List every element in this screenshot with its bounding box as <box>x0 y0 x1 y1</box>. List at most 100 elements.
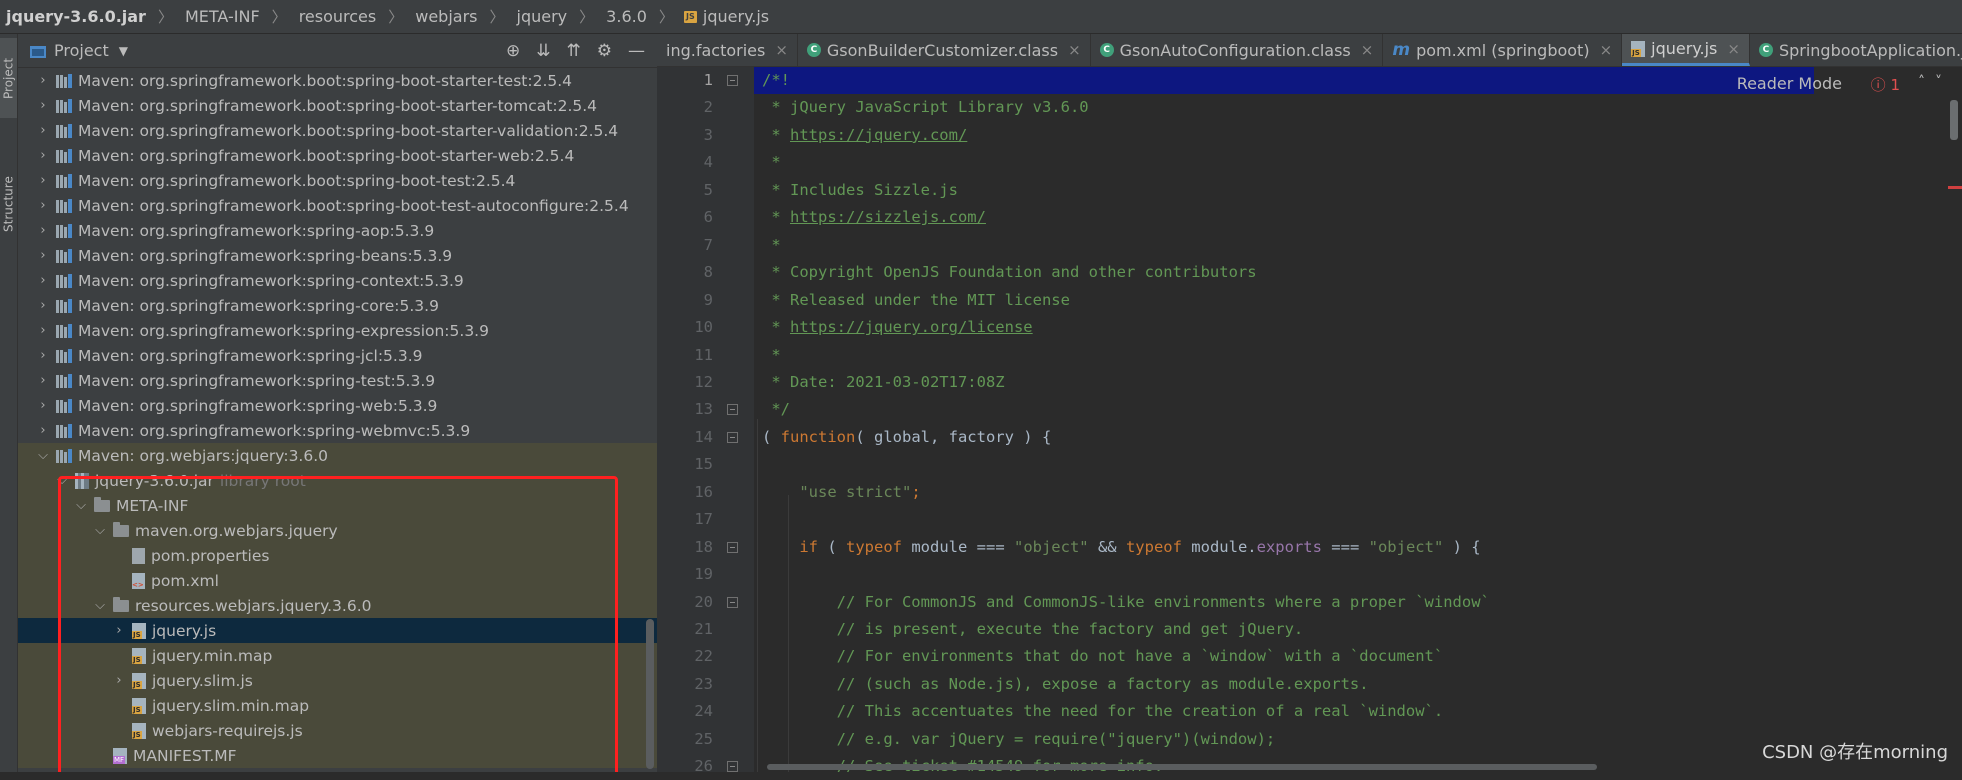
close-icon[interactable]: × <box>1068 41 1081 59</box>
chevron-down-icon[interactable]: ⌵ <box>55 473 69 488</box>
tree-node[interactable]: ⌵ maven.org.webjars.jquery <box>18 518 657 543</box>
editor-tab[interactable]: C GsonBuilderCustomizer.class × <box>798 34 1091 66</box>
chevron-down-icon[interactable]: ⌵ <box>93 598 107 613</box>
line-number[interactable]: 14 <box>657 424 713 451</box>
tree-node[interactable]: › Maven: org.springframework.boot:spring-… <box>18 143 657 168</box>
tree-node[interactable]: › Maven: org.springframework:spring-jcl:5… <box>18 343 657 368</box>
close-icon[interactable]: × <box>1727 40 1740 58</box>
line-number[interactable]: 16 <box>657 479 713 506</box>
editor-tab[interactable]: CSpringbootApplication.java× <box>1750 34 1962 66</box>
line-number[interactable]: 12 <box>657 369 713 396</box>
breadcrumb-item-version[interactable]: 3.6.0 <box>604 7 649 26</box>
chevron-right-icon[interactable]: › <box>36 423 50 438</box>
chevron-right-icon[interactable]: › <box>36 373 50 388</box>
line-number[interactable]: 24 <box>657 698 713 725</box>
tree-node[interactable]: › Maven: org.springframework.boot:spring-… <box>18 68 657 93</box>
tree-node[interactable]: › Maven: org.springframework.boot:spring-… <box>18 193 657 218</box>
close-icon[interactable]: × <box>1600 41 1613 59</box>
tree-node[interactable]: › Maven: org.springframework:spring-webmv… <box>18 418 657 443</box>
tree-node[interactable]: › Maven: org.springframework:spring-core:… <box>18 293 657 318</box>
editor-vertical-scrollbar[interactable] <box>1950 100 1958 140</box>
line-number[interactable]: 20 <box>657 589 713 616</box>
close-icon[interactable]: × <box>1361 41 1374 59</box>
line-number[interactable]: 26 <box>657 753 713 780</box>
tree-node[interactable]: › Maven: org.springframework:spring-conte… <box>18 268 657 293</box>
chevron-right-icon[interactable]: › <box>36 223 50 238</box>
reader-mode-button[interactable]: Reader Mode <box>1737 74 1842 93</box>
line-number[interactable]: 5 <box>657 177 713 204</box>
fold-marker-icon[interactable] <box>727 75 738 86</box>
editor-tab[interactable]: m pom.xml (springboot) × <box>1383 34 1623 66</box>
line-number[interactable]: 22 <box>657 643 713 670</box>
editor-tab[interactable]: jquery.js × <box>1622 34 1750 66</box>
tree-node[interactable]: › Maven: org.springframework.boot:spring-… <box>18 118 657 143</box>
line-number[interactable]: 9 <box>657 287 713 314</box>
breadcrumb-item-resources[interactable]: resources <box>297 7 379 26</box>
line-number[interactable]: 25 <box>657 726 713 753</box>
tree-node[interactable]: ⌵ Maven: org.webjars:jquery:3.6.0 <box>18 443 657 468</box>
chevron-right-icon[interactable]: › <box>112 623 126 638</box>
breadcrumb-item-jar[interactable]: jquery-3.6.0.jar <box>4 7 148 26</box>
tree-node[interactable]: › Maven: org.springframework:spring-beans… <box>18 243 657 268</box>
tree-node[interactable]: › Maven: org.springframework:spring-expre… <box>18 318 657 343</box>
tree-node[interactable]: pom.properties <box>18 543 657 568</box>
close-icon[interactable]: × <box>775 41 788 59</box>
chevron-right-icon[interactable]: › <box>36 148 50 163</box>
tree-node[interactable]: webjars-requirejs.js <box>18 718 657 743</box>
line-number[interactable]: 13 <box>657 396 713 423</box>
fold-marker-icon[interactable] <box>727 541 738 553</box>
tree-node[interactable]: › jquery.slim.js <box>18 668 657 693</box>
line-number[interactable]: 3 <box>657 122 713 149</box>
chevron-up-icon[interactable]: ˄ <box>1918 74 1935 90</box>
line-number[interactable]: 15 <box>657 451 713 478</box>
breadcrumb-item-file[interactable]: jquery.js <box>701 7 771 26</box>
fold-marker-icon[interactable] <box>727 431 738 443</box>
gear-icon[interactable]: ⚙ <box>597 41 612 61</box>
tree-node[interactable]: › jquery.js <box>18 618 657 643</box>
fold-marker-icon[interactable] <box>727 596 738 608</box>
fold-marker-icon[interactable] <box>727 404 738 416</box>
project-tool-tab[interactable]: Project <box>0 38 17 118</box>
locate-file-icon[interactable]: ⊕ <box>506 41 520 61</box>
chevron-right-icon[interactable]: › <box>36 198 50 213</box>
line-number[interactable]: 21 <box>657 616 713 643</box>
line-number[interactable]: 7 <box>657 232 713 259</box>
line-number[interactable]: 11 <box>657 342 713 369</box>
tree-node[interactable]: › Maven: org.springframework.boot:spring-… <box>18 93 657 118</box>
chevron-right-icon[interactable]: › <box>36 323 50 338</box>
chevron-right-icon[interactable]: › <box>36 123 50 138</box>
line-number[interactable]: 10 <box>657 314 713 341</box>
breadcrumb-item-webjars[interactable]: webjars <box>413 7 479 26</box>
expand-all-icon[interactable]: ⇊ <box>536 41 550 61</box>
editor-tab[interactable]: ing.factories × <box>657 34 798 66</box>
editor-horizontal-scrollbar[interactable] <box>767 764 1597 770</box>
chevron-down-icon[interactable]: ⌵ <box>74 498 88 513</box>
line-number[interactable]: 1 <box>657 67 713 94</box>
collapse-all-icon[interactable]: ⇈ <box>567 41 581 61</box>
tree-node[interactable]: MANIFEST.MF <box>18 743 657 768</box>
tree-node[interactable]: › Maven: org.springframework:spring-aop:5… <box>18 218 657 243</box>
project-view-selector[interactable]: Project ▼ <box>30 41 128 60</box>
tree-node[interactable]: jquery.min.map <box>18 643 657 668</box>
tree-node[interactable]: ⌵ resources.webjars.jquery.3.6.0 <box>18 593 657 618</box>
chevron-right-icon[interactable]: › <box>36 173 50 188</box>
chevron-right-icon[interactable]: › <box>112 673 126 688</box>
chevron-right-icon[interactable]: › <box>36 98 50 113</box>
line-number[interactable]: 8 <box>657 259 713 286</box>
structure-tool-tab[interactable]: Structure <box>0 154 17 254</box>
tree-node[interactable]: › Maven: org.springframework:spring-web:5… <box>18 393 657 418</box>
fold-marker-icon[interactable] <box>727 761 738 773</box>
tree-node[interactable]: › Maven: org.springframework:spring-test:… <box>18 368 657 393</box>
tree-node[interactable]: pom.xml <box>18 568 657 593</box>
tree-node[interactable]: › Maven: org.springframework.boot:spring-… <box>18 168 657 193</box>
line-number[interactable]: 23 <box>657 671 713 698</box>
hide-panel-icon[interactable]: — <box>628 41 645 61</box>
chevron-right-icon[interactable]: › <box>36 348 50 363</box>
tree-node[interactable]: ⌵ jquery-3.6.0.jar library root <box>18 468 657 493</box>
line-number[interactable]: 4 <box>657 149 713 176</box>
chevron-right-icon[interactable]: › <box>36 298 50 313</box>
chevron-down-icon[interactable]: ˅ <box>1935 74 1952 90</box>
line-number[interactable]: 18 <box>657 534 713 561</box>
breadcrumb-item-jquery[interactable]: jquery <box>515 7 570 26</box>
chevron-right-icon[interactable]: › <box>36 73 50 88</box>
